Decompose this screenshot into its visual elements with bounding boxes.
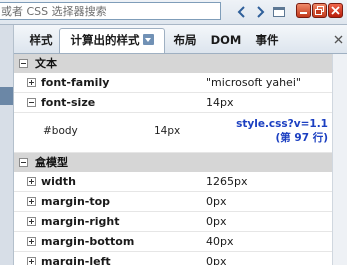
property-name: width — [41, 175, 76, 188]
property-value: 0px — [206, 195, 227, 208]
property-value: "microsoft yahei" — [206, 76, 301, 89]
property-name: margin-right — [41, 215, 120, 228]
back-button[interactable] — [233, 3, 251, 20]
selected-node-marker — [0, 87, 13, 105]
property-source-detail: #body 14px style.css?v=1.1 (第 97 行) — [14, 113, 332, 153]
css-selector-search-input[interactable]: 或者 CSS 选择器搜索 — [0, 2, 221, 20]
property-name: font-family — [41, 76, 110, 89]
collapse-icon[interactable] — [27, 98, 36, 107]
rule-selector: #body — [43, 125, 78, 137]
restore-button[interactable] — [312, 3, 327, 18]
side-panel-tabs: 样式 计算出的样式 布局 DOM 事件 — [14, 25, 347, 54]
section-box-model[interactable]: 盒模型 — [14, 153, 332, 172]
property-value: 14px — [206, 96, 234, 109]
window-menu-button[interactable] — [270, 3, 288, 20]
property-name: margin-bottom — [41, 235, 135, 248]
source-link[interactable]: style.css?v=1.1 (第 97 行) — [236, 117, 328, 145]
property-row[interactable]: margin-top 0px — [14, 192, 332, 212]
tab-style[interactable]: 样式 — [27, 29, 55, 52]
window-list-icon — [273, 6, 285, 17]
restore-icon — [315, 6, 324, 15]
tab-computed-style[interactable]: 计算出的样式 — [59, 28, 165, 53]
section-label: 文本 — [35, 57, 57, 70]
close-icon — [331, 6, 340, 15]
arrow-left-icon — [237, 5, 245, 18]
expand-icon[interactable] — [27, 217, 36, 226]
close-button[interactable] — [328, 3, 343, 18]
section-text[interactable]: 文本 — [14, 54, 332, 73]
expand-icon[interactable] — [27, 78, 36, 87]
arrow-right-icon — [257, 5, 265, 18]
expand-icon[interactable] — [27, 257, 36, 265]
tab-computed-style-label: 计算出的样式 — [70, 33, 140, 47]
expand-icon[interactable] — [27, 177, 36, 186]
property-row[interactable]: margin-right 0px — [14, 212, 332, 232]
section-label: 盒模型 — [35, 156, 68, 169]
property-name: font-size — [41, 96, 96, 109]
property-value: 0px — [206, 215, 227, 228]
property-row[interactable]: font-size 14px — [14, 93, 332, 113]
tab-layout[interactable]: 布局 — [171, 29, 199, 52]
close-icon — [334, 35, 343, 44]
minimize-button[interactable] — [296, 3, 311, 18]
property-value: 0px — [206, 255, 227, 265]
property-row[interactable]: margin-bottom 40px — [14, 232, 332, 252]
collapse-icon[interactable] — [19, 158, 28, 167]
property-name: margin-left — [41, 255, 111, 265]
computed-style-list: 文本 font-family "microsoft yahei" font-si… — [14, 54, 332, 265]
dom-tree-edge — [0, 25, 14, 265]
source-file[interactable]: style.css?v=1.1 — [236, 117, 328, 131]
vertical-scrollbar[interactable] — [332, 54, 347, 265]
collapse-icon[interactable] — [19, 59, 28, 68]
panel-close-button[interactable] — [333, 34, 344, 45]
property-row[interactable]: font-family "microsoft yahei" — [14, 73, 332, 93]
property-row[interactable]: margin-left 0px — [14, 252, 332, 265]
property-value: 40px — [206, 235, 234, 248]
property-row[interactable]: width 1265px — [14, 172, 332, 192]
rule-value: 14px — [154, 125, 181, 137]
expand-icon[interactable] — [27, 197, 36, 206]
tab-events[interactable]: 事件 — [253, 29, 281, 52]
property-name: margin-top — [41, 195, 111, 208]
minimize-icon — [300, 12, 307, 14]
dropdown-arrow-icon[interactable] — [142, 34, 154, 45]
tab-dom[interactable]: DOM — [210, 29, 242, 52]
expand-icon[interactable] — [27, 237, 36, 246]
toolbar: 或者 CSS 选择器搜索 — [0, 0, 347, 25]
source-line[interactable]: (第 97 行) — [236, 131, 328, 145]
property-value: 1265px — [206, 175, 248, 188]
forward-button[interactable] — [251, 3, 269, 20]
